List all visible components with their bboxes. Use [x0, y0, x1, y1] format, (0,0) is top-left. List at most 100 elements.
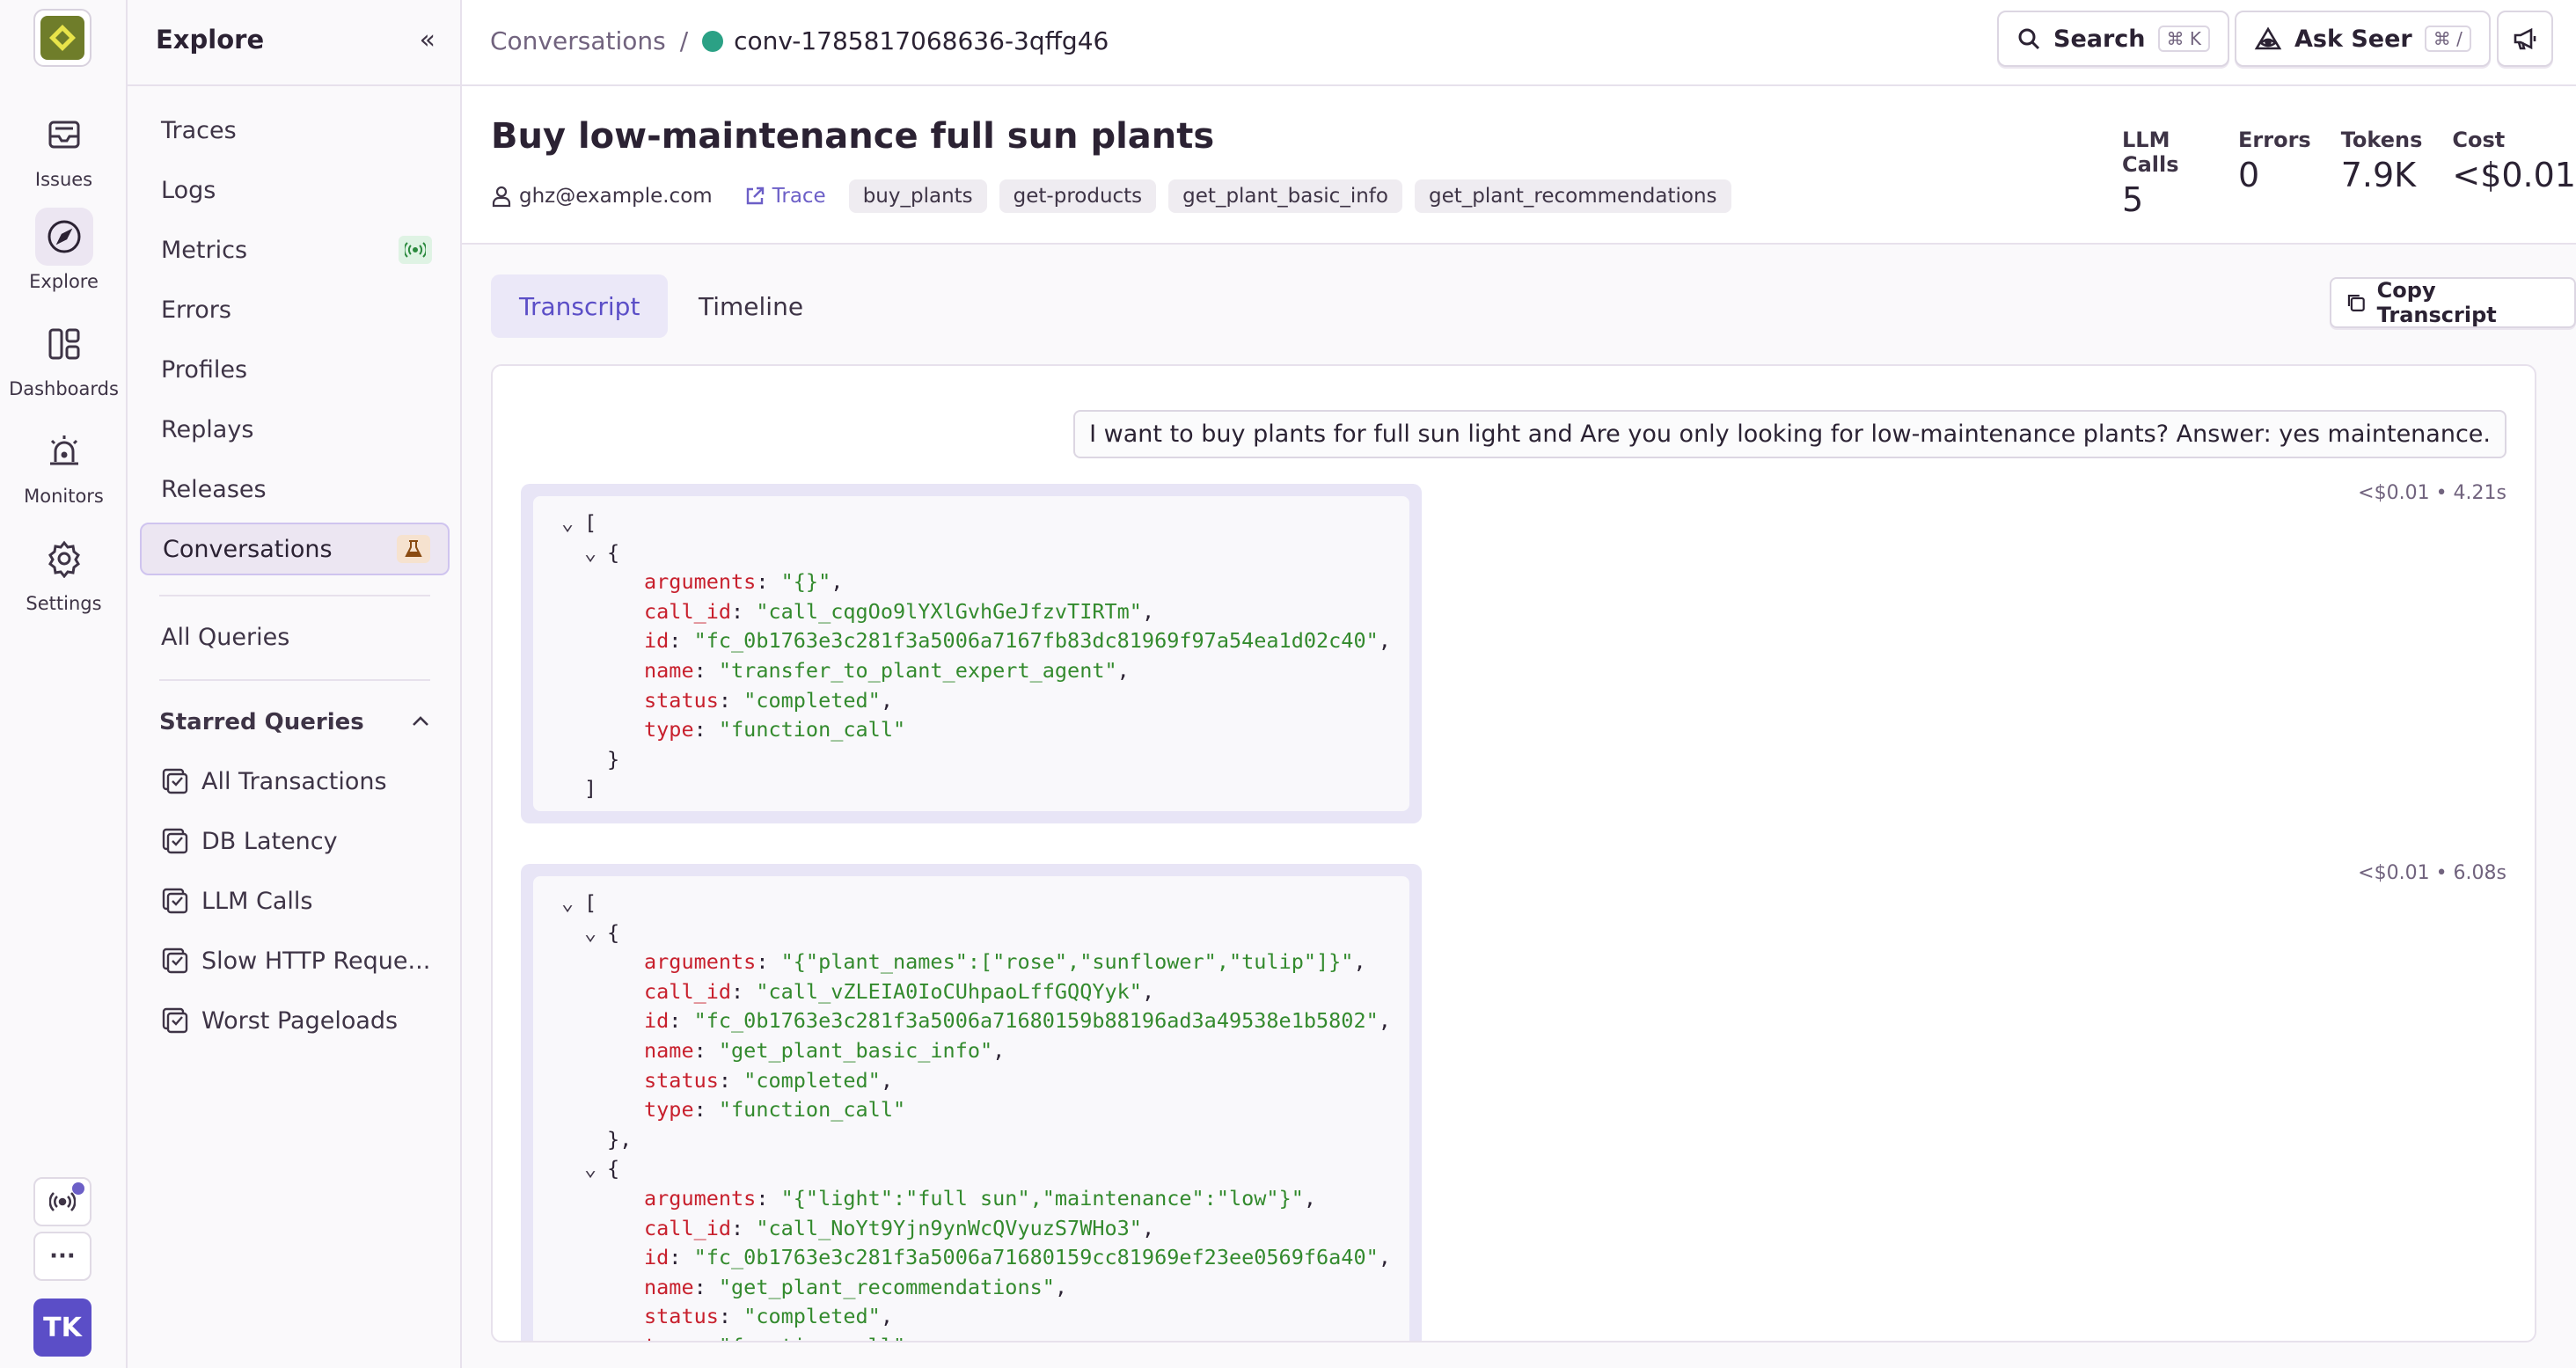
- copy-icon: [2347, 295, 2365, 311]
- stat-value: <$0.01: [2452, 156, 2576, 194]
- saved-query-icon: [162, 768, 188, 794]
- user-icon: [492, 186, 511, 208]
- rail-item-dashboards[interactable]: Dashboards: [0, 315, 128, 399]
- sidebar-item-profiles[interactable]: Profiles: [140, 343, 450, 396]
- page-title: Buy low-maintenance full sun plants: [491, 116, 1215, 157]
- ask-seer-button[interactable]: Ask Seer ⌘ /: [2235, 11, 2491, 67]
- json-value: "{"light":"full sun","maintenance":"low"…: [780, 1185, 1304, 1211]
- starred-query-item[interactable]: Slow HTTP Reque...: [161, 940, 451, 982]
- starred-query-label: Worst Pageloads: [201, 1006, 399, 1035]
- stat-label: Cost: [2452, 128, 2506, 152]
- broadcast-icon: [49, 1192, 76, 1211]
- whats-new-button[interactable]: [2497, 11, 2553, 67]
- rail-item-issues[interactable]: Issues: [0, 106, 128, 190]
- json-line: ]: [584, 776, 597, 801]
- primary-nav-rail: Issues Explore Dashboards Monitors Setti…: [0, 0, 128, 1368]
- starred-query-item[interactable]: DB Latency: [161, 820, 451, 862]
- sidebar-item-releases[interactable]: Releases: [140, 463, 450, 516]
- json-line: name: "transfer_to_plant_expert_agent",: [644, 657, 1130, 683]
- rail-label-dashboards: Dashboards: [9, 378, 119, 399]
- stat-label: LLM Calls: [2122, 128, 2179, 177]
- json-line: name: "get_plant_basic_info",: [644, 1037, 1006, 1063]
- user-message: I want to buy plants for full sun light …: [1073, 410, 2506, 458]
- stat-value: 0: [2238, 156, 2260, 194]
- sidebar-divider: [159, 679, 430, 681]
- stat-label: Tokens: [2340, 128, 2423, 152]
- chevron-down-icon[interactable]: ⌄: [584, 1154, 607, 1184]
- rail-label-explore: Explore: [29, 271, 99, 292]
- stat-errors: Errors 0: [2238, 128, 2311, 219]
- sidebar-item-errors[interactable]: Errors: [140, 283, 450, 336]
- sidebar-item-replays[interactable]: Replays: [140, 403, 450, 456]
- rail-item-settings[interactable]: Settings: [0, 530, 128, 614]
- json-line: type: "function_call": [644, 717, 906, 743]
- trace-link[interactable]: Trace: [744, 185, 826, 208]
- chevron-down-icon[interactable]: ⌄: [584, 538, 607, 568]
- sidebar-item-logs[interactable]: Logs: [140, 164, 450, 216]
- seer-eye-icon: [2254, 26, 2282, 50]
- json-value: "fc_0b1763e3c281f3a5006a7167fb83dc81969f…: [693, 628, 1379, 654]
- json-value: "{"plant_names":["rose","sunflower","tul…: [780, 949, 1354, 975]
- sidebar-item-conversations[interactable]: Conversations: [140, 523, 450, 575]
- app-logo[interactable]: [33, 9, 91, 67]
- sidebar-item-label: Conversations: [163, 535, 333, 563]
- json-value: "fc_0b1763e3c281f3a5006a71680159b88196ad…: [693, 1008, 1379, 1034]
- explore-sidebar: Explore « Traces Logs Metrics Errors Pro…: [128, 0, 462, 1368]
- json-line: type: "function_call": [533, 1332, 1409, 1341]
- tab-transcript[interactable]: Transcript: [491, 274, 669, 338]
- saved-query-icon: [162, 828, 188, 854]
- json-line: call_id: "call_vZLEIA0IoCUhpaoLffGQQYyk"…: [644, 978, 1155, 1004]
- sidebar-item-all-queries[interactable]: All Queries: [140, 611, 450, 663]
- breadcrumb-conversations[interactable]: Conversations: [490, 26, 666, 55]
- json-value: "function_call": [718, 717, 906, 743]
- stat-tokens: Tokens 7.9K: [2341, 128, 2423, 219]
- tag-chip[interactable]: get-products: [999, 179, 1157, 213]
- dashboard-icon: [35, 315, 93, 373]
- starred-query-item[interactable]: LLM Calls: [161, 880, 451, 922]
- broadcast-button[interactable]: [33, 1177, 91, 1226]
- saved-query-icon: [162, 1007, 188, 1034]
- json-value: "completed": [743, 1304, 881, 1329]
- conversation-stats: LLM Calls 5 Errors 0 Tokens 7.9K Cost <$…: [2122, 128, 2576, 219]
- json-line: arguments: "{"plant_names":["rose","sunf…: [644, 949, 1366, 975]
- user-avatar[interactable]: TK: [33, 1299, 91, 1357]
- json-value: "get_plant_basic_info": [718, 1037, 993, 1063]
- chevron-down-icon[interactable]: ⌄: [584, 918, 607, 948]
- sidebar-item-metrics[interactable]: Metrics: [140, 223, 450, 276]
- sidebar-item-traces[interactable]: Traces: [140, 104, 450, 157]
- rail-label-monitors: Monitors: [24, 486, 104, 507]
- starred-query-item[interactable]: Worst Pageloads: [161, 999, 451, 1042]
- copy-transcript-button[interactable]: Copy Transcript: [2330, 277, 2576, 328]
- json-viewer: ⌄[⌄{arguments: "{}", call_id: "call_cqgOo…: [533, 496, 1409, 811]
- chevron-up-icon[interactable]: [411, 711, 430, 733]
- starred-query-item[interactable]: All Transactions: [161, 760, 451, 802]
- saved-query-icon: [162, 947, 188, 974]
- breadcrumb-current-label: conv-1785817068636-3qffg46: [734, 26, 1109, 55]
- chevron-down-icon[interactable]: ⌄: [561, 508, 584, 538]
- breadcrumb-separator: /: [679, 26, 689, 55]
- json-line: name: "get_plant_recommendations",: [644, 1274, 1068, 1299]
- tab-timeline[interactable]: Timeline: [670, 274, 831, 338]
- search-button[interactable]: Search ⌘ K: [1997, 11, 2230, 67]
- search-shortcut: ⌘ K: [2157, 26, 2211, 52]
- tag-chip[interactable]: get_plant_recommendations: [1414, 179, 1731, 213]
- transcript-panel[interactable]: I want to buy plants for full sun light …: [491, 364, 2536, 1342]
- json-line: },: [607, 1126, 633, 1152]
- json-value: "fc_0b1763e3c281f3a5006a71680159cc81969e…: [693, 1245, 1379, 1270]
- starred-queries-title: Starred Queries: [159, 709, 364, 735]
- tag-chip[interactable]: buy_plants: [848, 179, 987, 213]
- breadcrumb: Conversations / conv-1785817068636-3qffg…: [490, 26, 1109, 55]
- json-value: "{}": [780, 569, 831, 595]
- tag-chip[interactable]: get_plant_basic_info: [1168, 179, 1402, 213]
- json-line: status: "completed",: [644, 1304, 893, 1329]
- rail-item-explore[interactable]: Explore: [0, 208, 128, 292]
- json-value: "call_vZLEIA0IoCUhpaoLffGQQYyk": [756, 978, 1142, 1004]
- json-line: call_id: "call_cqgOo9lYXlGvhGeJfzvTIRTm"…: [644, 598, 1155, 624]
- json-line: arguments: "{}",: [644, 569, 844, 595]
- chevron-down-icon[interactable]: ⌄: [561, 889, 584, 918]
- collapse-sidebar-button[interactable]: «: [420, 25, 435, 55]
- trace-link-label: Trace: [772, 185, 826, 208]
- flask-icon: [397, 535, 430, 563]
- rail-item-monitors[interactable]: Monitors: [0, 422, 128, 507]
- more-button[interactable]: ···: [33, 1232, 91, 1281]
